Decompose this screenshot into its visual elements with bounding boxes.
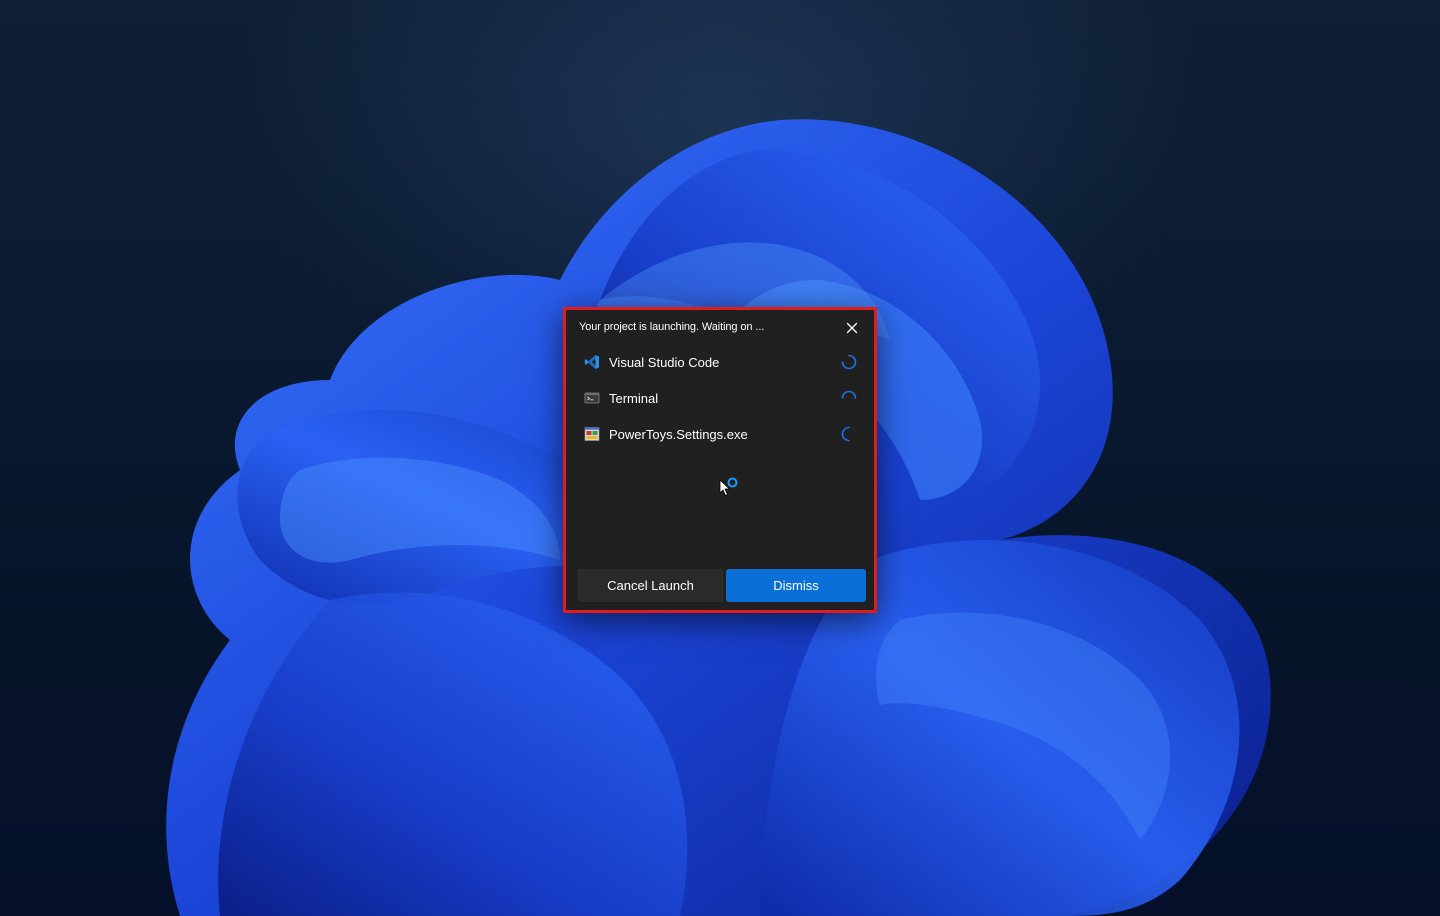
close-button[interactable]	[844, 320, 860, 336]
terminal-icon	[584, 390, 600, 406]
dialog-title: Your project is launching. Waiting on ..…	[579, 321, 765, 333]
exe-app-icon	[584, 426, 600, 442]
app-item-powertoys-settings: PowerToys.Settings.exe	[582, 424, 862, 460]
app-item-terminal: Terminal	[582, 388, 862, 424]
loading-spinner-icon	[841, 390, 857, 406]
desktop: Your project is launching. Waiting on ..…	[0, 0, 1440, 916]
loading-spinner-icon	[841, 354, 857, 370]
cancel-launch-button[interactable]: Cancel Launch	[578, 569, 723, 602]
app-list: Visual Studio Code Terminal PowerToys.Se…	[582, 352, 862, 460]
launch-dialog: Your project is launching. Waiting on ..…	[563, 307, 877, 613]
app-item-vscode: Visual Studio Code	[582, 352, 862, 388]
close-icon	[846, 322, 858, 334]
dialog-footer: Cancel Launch Dismiss	[578, 569, 866, 602]
busy-cursor-icon	[718, 476, 742, 500]
dismiss-button[interactable]: Dismiss	[726, 569, 866, 602]
loading-spinner-icon	[841, 426, 857, 442]
app-label: Visual Studio Code	[609, 355, 720, 370]
app-label: Terminal	[609, 391, 659, 406]
vscode-icon	[584, 354, 600, 370]
app-label: PowerToys.Settings.exe	[609, 427, 748, 442]
dialog-header: Your project is launching. Waiting on ..…	[579, 320, 864, 336]
